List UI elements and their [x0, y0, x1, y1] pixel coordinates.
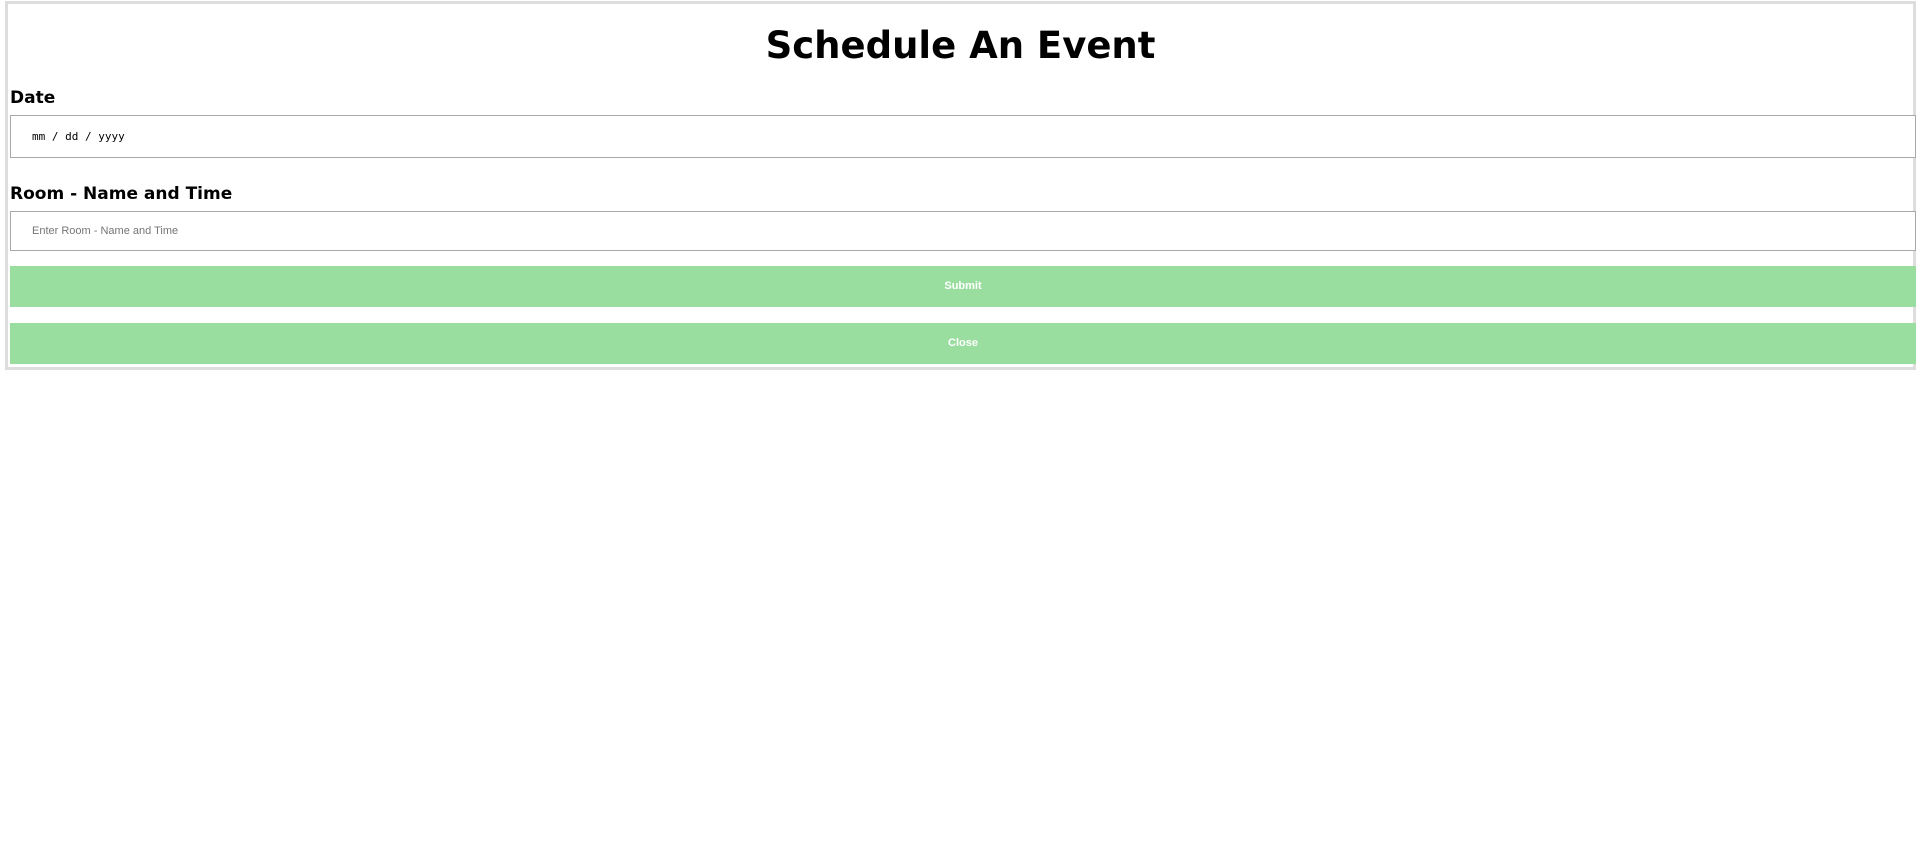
- date-input[interactable]: [10, 115, 1916, 158]
- date-label: Date: [10, 88, 56, 108]
- room-label: Room - Name and Time: [10, 184, 233, 204]
- submit-button[interactable]: Submit: [10, 266, 1916, 307]
- close-button[interactable]: Close: [10, 323, 1916, 364]
- schedule-event-modal: Schedule An Event Date Room - Name and T…: [5, 1, 1916, 370]
- room-input[interactable]: [10, 211, 1916, 251]
- modal-title: Schedule An Event: [765, 24, 1156, 67]
